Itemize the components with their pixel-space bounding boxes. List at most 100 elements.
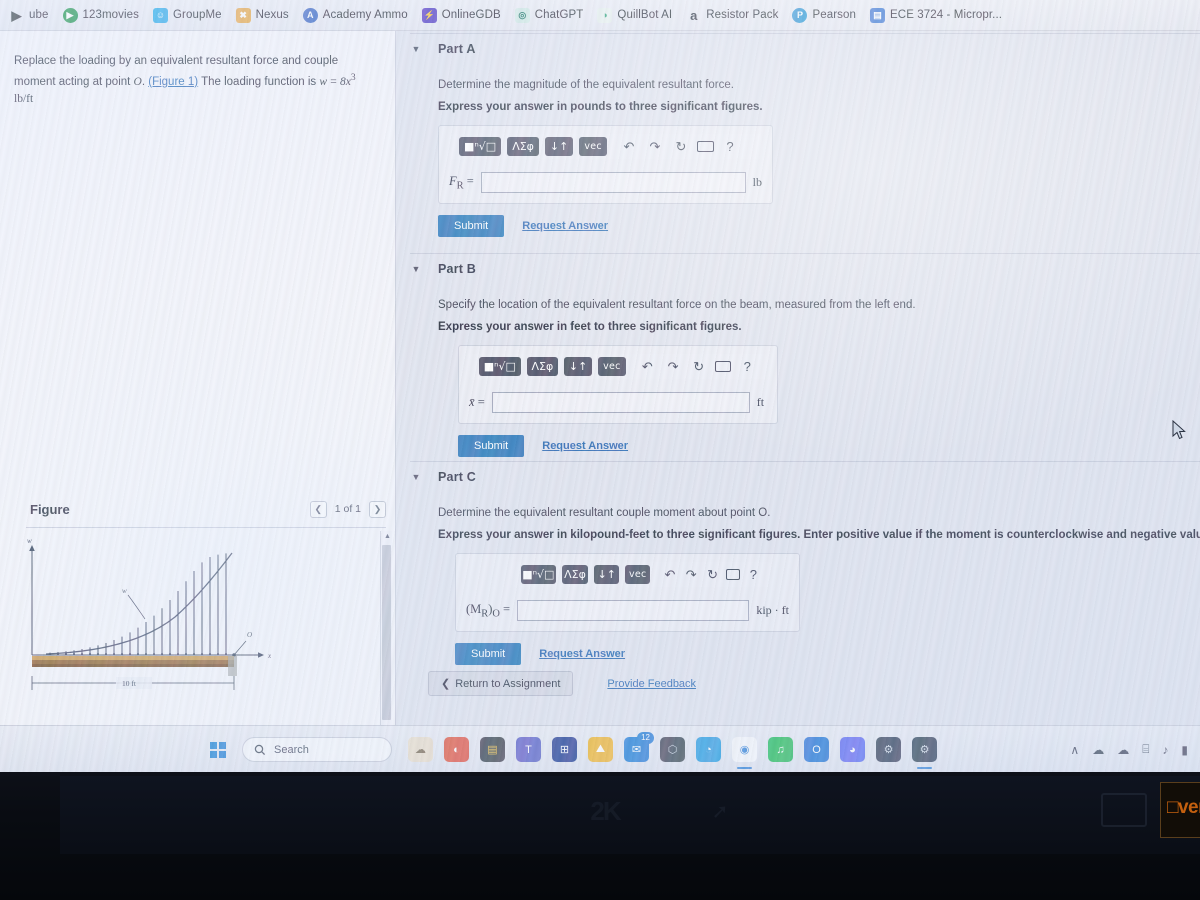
part-b-answer-input[interactable] [491, 392, 750, 413]
redo-icon[interactable]: ↷ [645, 137, 665, 156]
taskbar-icon-mail[interactable]: ✉ 12 [624, 732, 654, 762]
taskbar-icon-widgets[interactable]: ☁ [408, 737, 433, 762]
battery-icon[interactable]: ▮ [1181, 743, 1188, 757]
taskbar-icon-photos[interactable]: ⛰ [588, 737, 613, 762]
more-templates-button[interactable]: ↓↑ [594, 565, 620, 584]
part-c-answer-input[interactable] [517, 600, 750, 621]
bookmark-123movies[interactable]: ▶ 123movies [56, 3, 147, 27]
sticker-2k: 2K [590, 795, 621, 826]
laptop-screen: ▶ ube ▶ 123movies ☺ GroupMe ✖ Nexus A Academy Amm… [0, 0, 1200, 772]
part-a-prompt: Determine the magnitude of the equivalen… [438, 79, 734, 91]
part-c-header[interactable]: ▼ Part C [410, 461, 1200, 485]
network-icon[interactable]: ⌸ [1142, 742, 1149, 757]
collapse-caret-icon[interactable]: ▼ [410, 472, 422, 482]
taskbar-icon-store[interactable]: ⊞ [552, 737, 577, 762]
part-c-instruction: Express your answer in kilopound-feet to… [438, 529, 1200, 541]
reset-icon[interactable]: ↻ [689, 357, 709, 376]
template-root-button[interactable]: ■ⁿ√□ [459, 137, 502, 156]
undo-icon[interactable]: ↶ [662, 565, 677, 584]
figure-prev-button[interactable]: ❮ [309, 500, 327, 518]
bookmark-chatgpt[interactable]: ◎ ChatGPT [508, 3, 591, 27]
part-b-request-answer-link[interactable]: Request Answer [542, 440, 628, 452]
vector-button[interactable]: vec [579, 137, 607, 156]
bookmark-nexus[interactable]: ✖ Nexus [229, 3, 296, 27]
scrollbar-thumb[interactable] [382, 545, 391, 720]
bookmark-ece-3724-micropr[interactable]: ▤ ECE 3724 - Micropr... [863, 3, 1009, 27]
vector-button[interactable]: vec [598, 357, 626, 376]
template-root-button[interactable]: ■ⁿ√□ [479, 357, 521, 376]
canvas-icon: ▤ [870, 7, 886, 23]
taskbar-icon-steam-2[interactable]: ⚙ [912, 737, 937, 769]
greek-symbols-button[interactable]: ΛΣφ [507, 137, 539, 156]
more-templates-button[interactable]: ↓↑ [544, 137, 574, 156]
onlinegdb-icon: ⚡ [421, 7, 437, 23]
part-a-unit: lb [752, 175, 762, 189]
undo-icon[interactable]: ↶ [638, 357, 658, 376]
collapse-caret-icon[interactable]: ▼ [410, 44, 422, 54]
taskbar-icon-spotify[interactable]: ♫ [768, 737, 793, 762]
scroll-up-arrow-icon[interactable]: ▲ [384, 533, 391, 540]
taskbar-icon-teams[interactable]: T [516, 737, 541, 762]
provide-feedback-link[interactable]: Provide Feedback [607, 678, 696, 690]
windows-start-icon[interactable] [210, 741, 226, 758]
vector-button[interactable]: vec [625, 565, 651, 584]
part-a-submit-button[interactable]: Submit [438, 215, 505, 237]
greek-symbols-button[interactable]: ΛΣφ [526, 357, 559, 376]
reset-icon[interactable]: ↻ [671, 137, 691, 156]
help-icon[interactable]: ? [737, 357, 757, 376]
bookmark-quillbot-ai[interactable]: ◑ QuillBot AI [590, 3, 679, 27]
bookmark-groupme[interactable]: ☺ GroupMe [146, 3, 229, 27]
taskbar-icon-edge[interactable]: ◔ [696, 737, 721, 762]
part-b-submit-button[interactable]: Submit [458, 435, 525, 457]
taskbar-search-box[interactable]: Search [242, 737, 392, 762]
taskbar-icon-chrome[interactable]: ◉ [732, 737, 757, 769]
help-icon[interactable]: ? [746, 565, 761, 584]
part-a-header[interactable]: ▼ Part A [410, 33, 1200, 57]
reset-icon[interactable]: ↻ [705, 565, 720, 584]
figure-scrollbar[interactable]: ▲ ▼ [380, 531, 392, 756]
bookmark-onlinegdb[interactable]: ⚡ OnlineGDB [415, 3, 508, 27]
taskbar-icon-copilot[interactable]: ⬡ [660, 737, 685, 762]
taskbar-icon-file-explorer[interactable]: ▤ [480, 737, 505, 762]
part-c-request-answer-link[interactable]: Request Answer [539, 648, 625, 660]
taskbar-icon-discord[interactable]: ◕ [840, 737, 865, 762]
part-a-request-answer-link[interactable]: Request Answer [522, 220, 608, 232]
help-icon[interactable]: ? [720, 137, 740, 156]
template-root-button[interactable]: ■ⁿ√□ [521, 565, 556, 584]
greek-symbols-button[interactable]: ΛΣφ [561, 565, 589, 584]
part-b-header[interactable]: ▼ Part B [410, 253, 1200, 277]
volume-icon[interactable]: ♪ [1162, 743, 1168, 757]
part-c-prompt: Determine the equivalent resultant coupl… [438, 507, 771, 519]
laptop-body: 2K ➚ □verc [0, 772, 1200, 900]
figure-next-button[interactable]: ❯ [369, 500, 386, 518]
collapse-caret-icon[interactable]: ▼ [410, 264, 422, 274]
taskbar-icon-outlook[interactable]: O [804, 737, 829, 762]
show-hidden-icons-icon[interactable]: ∧ [1070, 743, 1079, 757]
redo-icon[interactable]: ↷ [684, 565, 699, 584]
nexus-icon: ✖ [235, 7, 251, 23]
undo-icon[interactable]: ↶ [619, 137, 639, 156]
part-a-answer-input[interactable] [480, 172, 746, 193]
sticker-dolby-logo [1095, 786, 1153, 834]
part-c-submit-button[interactable]: Submit [455, 643, 522, 665]
figure-link[interactable]: (Figure 1) [148, 76, 198, 88]
taskbar-icon-steam[interactable]: ⚙ [876, 737, 901, 762]
taskbar-icon-paint[interactable]: ◐ [444, 737, 469, 762]
bookmarks-bar: ▶ ube ▶ 123movies ☺ GroupMe ✖ Nexus A Academy Amm… [0, 0, 1200, 31]
bookmark-pearson[interactable]: P Pearson [785, 3, 863, 27]
cloud-sync-icon[interactable]: ☁ [1117, 743, 1129, 757]
keyboard-icon[interactable] [714, 361, 732, 372]
bookmark-label: GroupMe [173, 9, 222, 21]
bookmark-academy-ammo[interactable]: A Academy Ammo [296, 3, 415, 27]
onedrive-icon[interactable]: ☁ [1092, 743, 1104, 757]
keyboard-icon[interactable] [696, 141, 714, 152]
more-templates-button[interactable]: ↓↑ [564, 357, 593, 376]
bookmark-resistor-pack[interactable]: a Resistor Pack [679, 3, 785, 27]
bookmark-ube[interactable]: ▶ ube [2, 3, 56, 27]
bookmark-label: Academy Ammo [322, 9, 408, 21]
keyboard-icon[interactable] [726, 569, 740, 580]
figure-header: Figure ❮ 1 of 1 ❯ [0, 492, 396, 526]
redo-icon[interactable]: ↷ [663, 357, 683, 376]
part-b-field-row: x̄ = ft [469, 392, 767, 413]
return-to-assignment-button[interactable]: ❮ Return to Assignment [428, 671, 574, 696]
